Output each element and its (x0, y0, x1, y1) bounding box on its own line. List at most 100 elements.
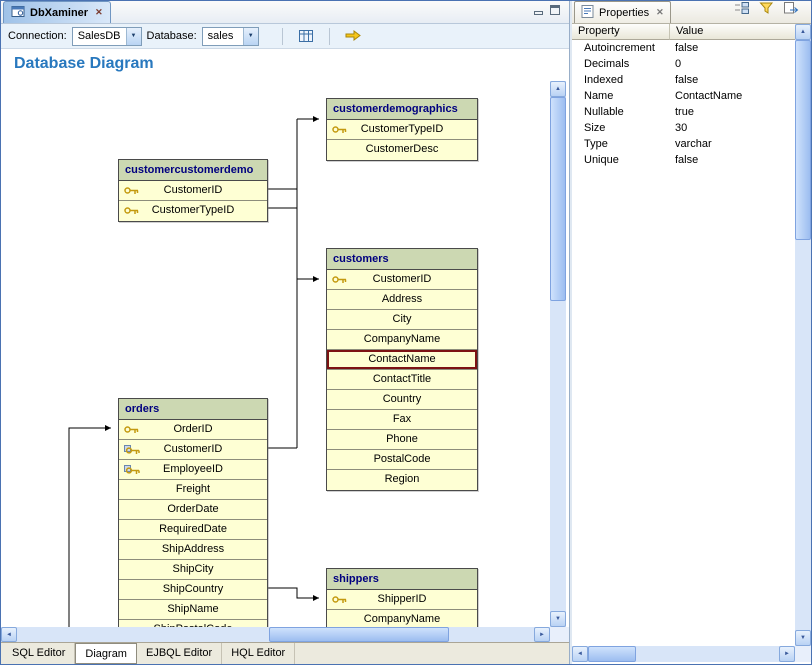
entity-column-label: CustomerID (164, 184, 223, 196)
property-row-indexed[interactable]: Indexedfalse (572, 72, 795, 88)
maximize-view-icon[interactable] (550, 5, 560, 18)
entity-column-CompanyName[interactable]: CompanyName (327, 330, 477, 350)
scroll-left-icon[interactable]: ◄ (572, 646, 588, 662)
column-header-value[interactable]: Value (670, 24, 795, 40)
dropdown-arrow-icon[interactable]: ▼ (126, 28, 141, 45)
tab-sql-editor[interactable]: SQL Editor (3, 643, 75, 664)
entity-column-ShipPostalCode[interactable]: ShipPostalCode (119, 620, 267, 627)
entity-table-title[interactable]: customers (327, 249, 477, 270)
entity-column-label: Region (385, 473, 420, 485)
restore-default-value-icon[interactable] (783, 1, 799, 18)
entity-column-Address[interactable]: Address (327, 290, 477, 310)
entity-column-EmployeeID[interactable]: EmployeeID (119, 460, 267, 480)
entity-column-ShipCity[interactable]: ShipCity (119, 560, 267, 580)
entity-column-CustomerID[interactable]: CustomerID (327, 270, 477, 290)
scrollbar-corner (795, 646, 811, 662)
entity-column-CompanyName[interactable]: CompanyName (327, 610, 477, 627)
entity-column-CustomerTypeID[interactable]: CustomerTypeID (119, 201, 267, 221)
column-header-property[interactable]: Property (572, 24, 670, 40)
horizontal-scrollbar-thumb[interactable] (269, 627, 449, 642)
grid-icon[interactable] (295, 27, 317, 46)
diagram-canvas: Database Diagram customerdemographicsCus… (1, 49, 569, 627)
entity-column-Region[interactable]: Region (327, 470, 477, 490)
entity-column-ShipCountry[interactable]: ShipCountry (119, 580, 267, 600)
entity-column-PostalCode[interactable]: PostalCode (327, 450, 477, 470)
close-tab-icon[interactable]: ✕ (656, 7, 664, 18)
entity-column-CustomerDesc[interactable]: CustomerDesc (327, 140, 477, 160)
vertical-scrollbar[interactable]: ▲ ▼ (795, 24, 811, 646)
entity-column-CustomerID[interactable]: CustomerID (119, 181, 267, 201)
entity-column-Country[interactable]: Country (327, 390, 477, 410)
property-name: Size (572, 120, 670, 136)
property-row-decimals[interactable]: Decimals0 (572, 56, 795, 72)
vertical-scrollbar-thumb[interactable] (550, 97, 566, 301)
horizontal-scrollbar[interactable]: ◄ ► (572, 646, 795, 662)
property-row-unique[interactable]: Uniquefalse (572, 152, 795, 168)
tab-properties[interactable]: Properties ✕ (574, 1, 671, 23)
entity-column-Freight[interactable]: Freight (119, 480, 267, 500)
entity-column-ShipName[interactable]: ShipName (119, 600, 267, 620)
application-window: DbXaminer ✕ Connection: SalesDB ▼ Databa… (0, 0, 812, 665)
entity-column-Phone[interactable]: Phone (327, 430, 477, 450)
entity-table-orders[interactable]: ordersOrderIDCustomerIDEmployeeIDFreight… (118, 398, 268, 627)
entity-column-City[interactable]: City (327, 310, 477, 330)
property-row-autoincrement[interactable]: Autoincrementfalse (572, 40, 795, 56)
horizontal-scrollbar[interactable]: ◄ ► (1, 627, 550, 642)
tab-ejbql-editor[interactable]: EJBQL Editor (137, 643, 222, 664)
entity-column-ShipperID[interactable]: ShipperID (327, 590, 477, 610)
scroll-up-icon[interactable]: ▲ (795, 24, 811, 40)
entity-table-title[interactable]: customerdemographics (327, 99, 477, 120)
property-row-type[interactable]: Typevarchar (572, 136, 795, 152)
entity-table-customers[interactable]: customers CustomerID AddressCityCompanyNam… (326, 248, 478, 491)
scroll-right-icon[interactable]: ► (534, 627, 550, 642)
horizontal-scrollbar-thumb[interactable] (588, 646, 636, 662)
entity-column-CustomerTypeID[interactable]: CustomerTypeID (327, 120, 477, 140)
tab-diagram[interactable]: Diagram (75, 643, 137, 664)
tab-hql-editor[interactable]: HQL Editor (222, 643, 295, 664)
entity-column-ContactName[interactable]: ContactName (327, 350, 477, 370)
property-row-nullable[interactable]: Nullabletrue (572, 104, 795, 120)
sync-icon[interactable] (342, 27, 364, 46)
entity-table-customercustomerdemo[interactable]: customercustomerdemo CustomerID CustomerTy… (118, 159, 268, 222)
entity-column-RequiredDate[interactable]: RequiredDate (119, 520, 267, 540)
property-row-size[interactable]: Size30 (572, 120, 795, 136)
entity-table-shippers[interactable]: shippersShipperIDCompanyName (326, 568, 478, 627)
database-select[interactable]: sales ▼ (202, 27, 259, 46)
vertical-scrollbar-thumb[interactable] (795, 40, 811, 240)
scroll-up-icon[interactable]: ▲ (550, 81, 566, 97)
entity-column-label: ContactName (368, 353, 435, 365)
database-label: Database: (147, 30, 197, 42)
diagram-toolbar: Connection: SalesDB ▼ Database: sales ▼ (1, 24, 569, 49)
scroll-down-icon[interactable]: ▼ (550, 611, 566, 627)
property-name: Decimals (572, 56, 670, 72)
entity-column-Fax[interactable]: Fax (327, 410, 477, 430)
entity-column-ContactTitle[interactable]: ContactTitle (327, 370, 477, 390)
entity-table-title[interactable]: customercustomerdemo (119, 160, 267, 181)
scroll-right-icon[interactable]: ► (779, 646, 795, 662)
connection-select[interactable]: SalesDB ▼ (72, 27, 142, 46)
show-categories-icon[interactable] (734, 1, 750, 18)
show-advanced-properties-icon[interactable] (759, 1, 774, 18)
scroll-down-icon[interactable]: ▼ (795, 630, 811, 646)
entity-column-label: CustomerID (373, 273, 432, 285)
property-row-name[interactable]: NameContactName (572, 88, 795, 104)
vertical-scrollbar[interactable]: ▲ ▼ (550, 81, 566, 627)
close-tab-icon[interactable]: ✕ (95, 7, 103, 18)
entity-table-title[interactable]: shippers (327, 569, 477, 590)
entity-column-label: ContactTitle (373, 373, 431, 385)
entity-column-ShipAddress[interactable]: ShipAddress (119, 540, 267, 560)
entity-column-OrderDate[interactable]: OrderDate (119, 500, 267, 520)
entity-column-label: Phone (386, 433, 418, 445)
entity-column-label: ShipCountry (163, 583, 224, 595)
entity-column-OrderID[interactable]: OrderID (119, 420, 267, 440)
entity-table-title[interactable]: orders (119, 399, 267, 420)
entity-table-customerdemographics[interactable]: customerdemographicsCustomerTypeIDCustom… (326, 98, 478, 161)
properties-view: Properties ✕ Property Value Autoincremen… (572, 1, 811, 664)
dropdown-arrow-icon[interactable]: ▼ (243, 28, 258, 45)
property-value: false (670, 152, 795, 168)
scroll-left-icon[interactable]: ◄ (1, 627, 17, 642)
relationship-line (69, 428, 111, 627)
entity-column-CustomerID[interactable]: CustomerID (119, 440, 267, 460)
tab-dbxaminer[interactable]: DbXaminer ✕ (3, 1, 111, 23)
minimize-view-icon[interactable] (534, 6, 543, 18)
